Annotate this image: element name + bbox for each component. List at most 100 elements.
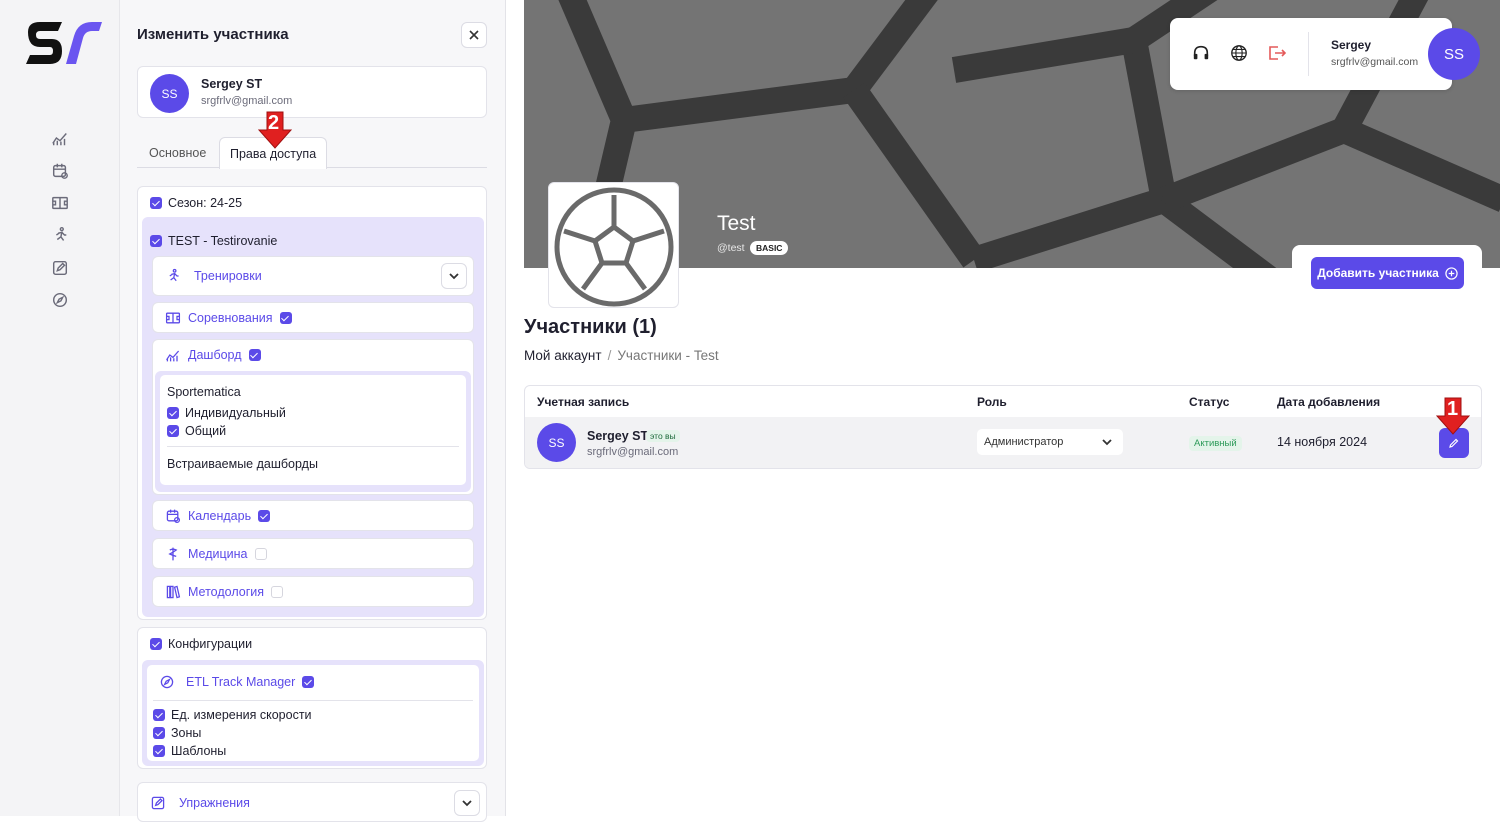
breadcrumb-separator: / [607,348,612,363]
module-label: Дашборд [188,348,242,362]
season-checkbox[interactable] [150,197,162,209]
module-label: Методология [188,585,265,599]
team-checkbox[interactable] [150,235,162,247]
season-label: Сезон: 24-25 [168,196,243,210]
field-icon[interactable] [50,193,70,213]
module-label: Тренировки [194,269,262,283]
dashboard-item: Общий [167,424,226,438]
season-block: Сезон: 24-25 TEST - Testirovanie Трениро… [137,186,487,620]
breadcrumb-home[interactable]: Мой аккаунт [524,348,602,363]
zones-checkbox[interactable] [153,727,165,739]
templates-checkbox[interactable] [153,745,165,757]
config-item: Шаблоны [153,744,226,758]
module-medicine[interactable]: Медицина [152,538,474,569]
edit-icon [151,796,165,810]
dashboard-group-label: Sportematica [167,385,241,399]
zones-label: Зоны [171,726,202,740]
member-email: srgfrlv@gmail.com [201,95,293,107]
config-checkbox[interactable] [150,638,162,650]
templates-label: Шаблоны [171,744,227,758]
compass-icon[interactable] [50,290,70,310]
header-avatar[interactable]: SS [1428,28,1480,80]
close-icon [469,30,479,40]
chevron-down-icon [462,800,472,807]
logout-icon[interactable] [1267,44,1287,62]
individual-checkbox[interactable] [167,407,179,419]
row-email: srgfrlv@gmail.com [587,446,679,458]
runner-icon [169,268,179,282]
page-title: Участники (1) [524,316,657,338]
module-trainings[interactable]: Тренировки [152,256,474,296]
calendar-checkbox[interactable] [258,510,271,522]
config-block: Конфигурации ETL Track Manager Ед. измер… [137,627,487,769]
dashboard-inner: Sportematica Индивидуальный Общий Встраи… [160,375,466,485]
module-methodology[interactable]: Методология [152,576,474,607]
speed-units-checkbox[interactable] [153,709,165,721]
medicine-checkbox[interactable] [254,548,267,560]
exercises-label: Упражнения [179,796,250,810]
expand-button[interactable] [441,263,467,289]
chart-icon[interactable] [50,128,70,148]
config-sub-block: ETL Track Manager Ед. измерения скорости… [142,660,484,766]
calendar-icon[interactable] [50,161,70,181]
compass-icon [160,675,174,689]
team-row: TEST - Testirovanie [150,234,277,248]
globe-icon[interactable] [1230,44,1248,62]
divider [153,700,473,701]
season-row: Сезон: 24-25 [150,196,242,210]
exercises-block[interactable]: Упражнения [137,782,487,822]
main-area: Sergey srgfrlv@gmail.com SS Test @test B… [506,0,1500,816]
team-handle: @test [717,242,745,254]
config-row: Конфигурации [150,637,252,651]
individual-label: Индивидуальный [185,406,286,420]
module-calendar[interactable]: Календарь [152,500,474,531]
tab-general[interactable]: Основное [149,146,206,160]
add-member-button[interactable]: Добавить участника [1311,257,1464,289]
runner-icon[interactable] [50,225,70,245]
member-name: Sergey ST [201,77,263,91]
module-competitions[interactable]: Соревнования [152,302,474,333]
embedded-dashboards-label: Встраиваемые дашборды [167,457,318,471]
plus-circle-icon [1445,266,1458,280]
module-dashboard: Дашборд Sportematica Индивидуальный Общи… [152,339,474,495]
methodology-checkbox[interactable] [271,586,284,598]
col-account: Учетная запись [537,395,630,409]
dashboard-item: Индивидуальный [167,406,286,420]
medical-icon [168,547,178,561]
etl-checkbox[interactable] [302,676,315,688]
speed-units-label: Ед. измерения скорости [171,708,312,722]
dashboard-checkbox[interactable] [248,349,261,361]
annotation-marker-1: 1 [1435,396,1471,436]
expand-button[interactable] [454,790,480,816]
chevron-down-icon [1102,439,1112,446]
general-checkbox[interactable] [167,425,179,437]
field-icon [165,312,181,324]
soccer-ball-icon [554,187,674,307]
edit-icon[interactable] [50,258,70,278]
role-select[interactable]: Администратор [977,429,1123,455]
col-date: Дата добавления [1277,395,1381,409]
avatar: SS [150,74,189,113]
team-logo [548,182,679,308]
plan-badge: BASIC [750,241,789,255]
edit-member-panel: Изменить участника SS Sergey ST srgfrlv@… [120,0,506,822]
dashboard-sub-block: Sportematica Индивидуальный Общий Встраи… [155,371,471,492]
member-card: SS Sergey ST srgfrlv@gmail.com [137,66,487,118]
panel-title: Изменить участника [137,26,289,43]
app-logo[interactable] [22,18,104,68]
config-item: Ед. измерения скорости [153,708,312,722]
competitions-checkbox[interactable] [279,312,292,324]
left-rail [0,0,120,816]
header-divider [1308,32,1309,76]
header-user-name: Sergey [1331,38,1372,52]
members-table: Учетная запись Роль Статус Дата добавлен… [524,385,1482,469]
add-member-label: Добавить участника [1317,266,1439,280]
headset-icon[interactable] [1192,44,1210,62]
row-name: Sergey ST [587,429,649,443]
close-button[interactable] [461,22,487,48]
marker-1-number: 1 [1447,398,1459,420]
annotation-marker-2: 2 [257,110,293,150]
divider [167,446,459,447]
avatar: SS [537,423,576,462]
config-label: Конфигурации [168,637,253,651]
